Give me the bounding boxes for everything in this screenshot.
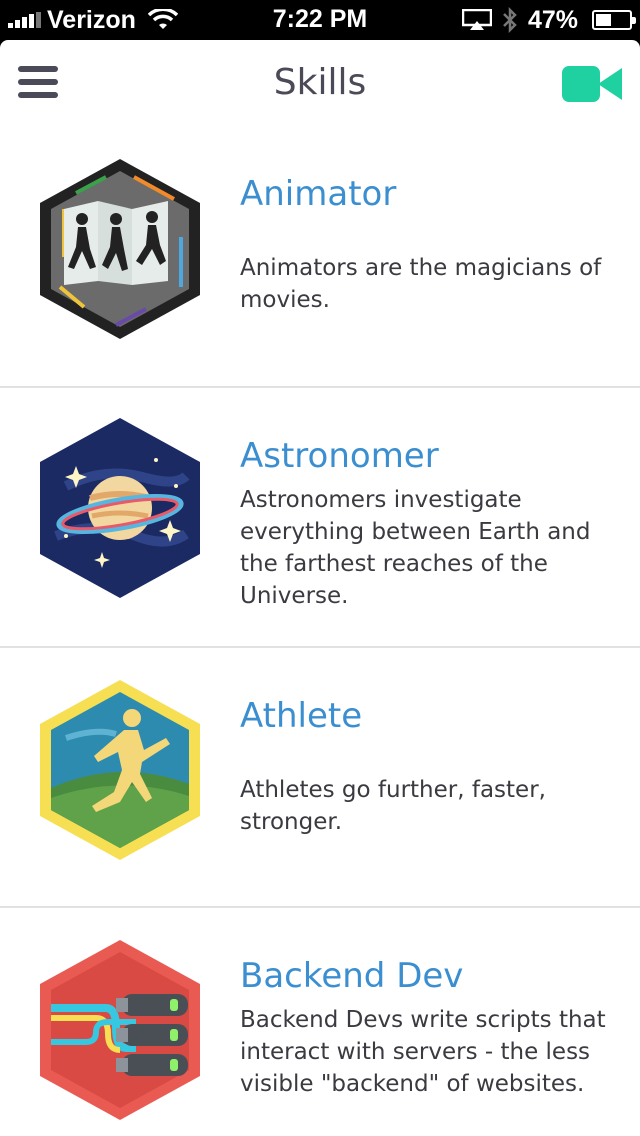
page-title: Skills (273, 62, 367, 103)
athlete-badge-icon (40, 680, 200, 860)
video-camera-icon[interactable] (562, 64, 622, 104)
skill-list: Animator Animators are the magicians of … (0, 126, 640, 1136)
skill-title: Animator (240, 174, 397, 214)
status-right: 47% (461, 5, 636, 35)
app-screen: Skills Animator Animators are the magici… (0, 40, 640, 1136)
list-item[interactable]: Animator Animators are the magicians of … (0, 126, 640, 388)
battery-percent: 47% (527, 5, 578, 34)
skill-description: Athletes go further, faster, stronger. (240, 777, 546, 835)
battery-icon (592, 10, 636, 30)
backend-dev-badge-icon (40, 940, 200, 1120)
nav-bar: Skills (0, 40, 640, 126)
animator-badge-icon (40, 159, 200, 339)
airplay-icon (461, 9, 492, 30)
skill-title: Athlete (240, 696, 363, 736)
skill-description: Backend Devs write scripts that interact… (240, 1007, 606, 1097)
bluetooth-icon (503, 7, 517, 33)
skill-description: Animators are the magicians of movies. (240, 255, 602, 313)
skill-title: Backend Dev (240, 956, 464, 996)
skill-title: Astronomer (240, 436, 439, 476)
list-item[interactable]: Backend Dev Backend Devs write scripts t… (0, 908, 640, 1136)
list-item[interactable]: Astronomer Astronomers investigate every… (0, 388, 640, 648)
skill-description: Astronomers investigate everything betwe… (240, 487, 591, 609)
status-bar: Verizon 7:22 PM 47% (0, 0, 640, 40)
astronomer-badge-icon (40, 418, 200, 598)
list-item[interactable]: Athlete Athletes go further, faster, str… (0, 648, 640, 908)
battery-level (596, 14, 612, 26)
